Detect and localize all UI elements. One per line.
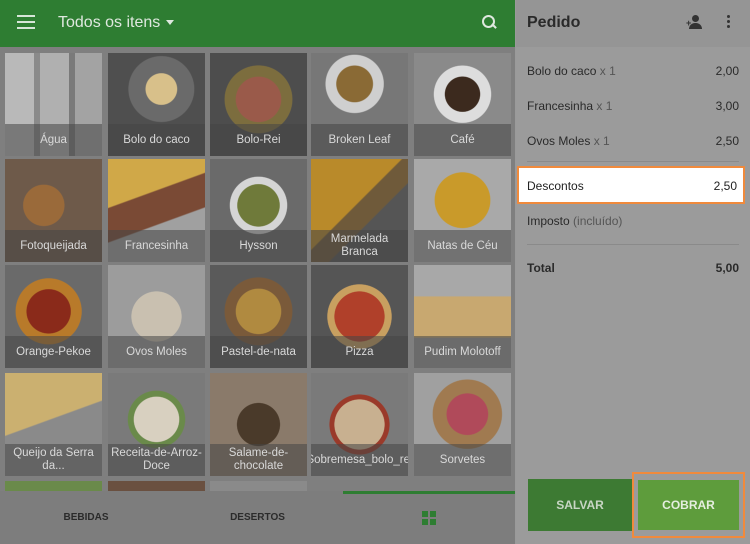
- item-tile[interactable]: Receita-de-Arroz-Doce: [108, 373, 205, 476]
- item-name: Pudim Molotoff: [414, 336, 511, 368]
- save-button[interactable]: SALVAR: [528, 479, 632, 531]
- total-amount: 5,00: [715, 261, 739, 275]
- total-label: Total: [527, 261, 555, 275]
- more-vert-icon[interactable]: [727, 15, 731, 31]
- item-tile[interactable]: Broken Leaf: [311, 53, 408, 156]
- charge-button-highlight: COBRAR: [632, 472, 745, 538]
- item-name: Ovos Moles: [108, 336, 205, 368]
- item-name: Marmelada Branca: [311, 230, 408, 262]
- bottom-nav: BEBIDAS DESERTOS: [0, 491, 515, 544]
- item-name: Hysson: [210, 230, 307, 262]
- order-line-qty: x 1: [599, 64, 616, 78]
- item-tile[interactable]: Sobremesa_bolo_rei: [311, 373, 408, 476]
- category-selector[interactable]: Todos os itens: [58, 14, 160, 32]
- item-name: Queijo da Serra da...: [5, 444, 102, 476]
- item-name: Francesinha: [108, 230, 205, 262]
- item-tile[interactable]: Orange-Pekoe: [5, 265, 102, 368]
- pos-app: Todos os itens Água Bolo do caco Bolo-Rei B…: [0, 0, 750, 544]
- item-tile[interactable]: Natas de Céu: [414, 159, 511, 262]
- item-name: Pastel-de-nata: [210, 336, 307, 368]
- catalog-toolbar: Todos os itens: [0, 0, 515, 47]
- item-tile[interactable]: Bolo do caco: [108, 53, 205, 156]
- order-line-qty: x 1: [596, 99, 613, 113]
- item-grid: Água Bolo do caco Bolo-Rei Broken Leaf Café F…: [0, 47, 515, 492]
- item-tile-partial: [210, 481, 307, 491]
- search-icon[interactable]: [482, 15, 496, 29]
- item-tile-partial: [108, 481, 205, 491]
- order-header: Pedido +: [516, 0, 750, 47]
- item-tile[interactable]: Queijo da Serra da...: [5, 373, 102, 476]
- order-line-name: Ovos Moles: [527, 134, 591, 148]
- item-name: Orange-Pekoe: [5, 336, 102, 368]
- divider: [527, 244, 739, 245]
- order-pane: Pedido + Bolo do caco x 1 2,00 Francesin…: [516, 0, 750, 544]
- item-tile[interactable]: Bolo-Rei: [210, 53, 307, 156]
- item-tile[interactable]: Café: [414, 53, 511, 156]
- menu-icon[interactable]: [17, 15, 35, 31]
- order-title: Pedido: [527, 14, 581, 31]
- item-name: Salame-de-chocolate: [210, 444, 307, 476]
- item-tile[interactable]: Sorvetes: [414, 373, 511, 476]
- item-tile[interactable]: Pudim Molotoff: [414, 265, 511, 368]
- tab-all-items[interactable]: [343, 491, 515, 544]
- item-tile[interactable]: Água: [5, 53, 102, 156]
- item-name: Sorvetes: [414, 444, 511, 476]
- tax-note: (incluído): [573, 214, 623, 228]
- caret-down-icon[interactable]: [166, 20, 174, 25]
- item-name: Bolo do caco: [108, 124, 205, 156]
- item-name: Fotoqueijada: [5, 230, 102, 262]
- order-line[interactable]: Bolo do caco x 1 2,00: [527, 64, 739, 84]
- item-name: Broken Leaf: [311, 124, 408, 156]
- order-line-name: Bolo do caco: [527, 64, 597, 78]
- tab-desertos[interactable]: DESERTOS: [172, 491, 343, 544]
- tab-bebidas[interactable]: BEBIDAS: [0, 491, 172, 544]
- item-tile[interactable]: Ovos Moles: [108, 265, 205, 368]
- tax-label: Imposto: [527, 214, 570, 228]
- item-tile[interactable]: Pastel-de-nata: [210, 265, 307, 368]
- item-tile[interactable]: Fotoqueijada: [5, 159, 102, 262]
- item-tile[interactable]: Marmelada Branca: [311, 159, 408, 262]
- item-name: Bolo-Rei: [210, 124, 307, 156]
- item-tile[interactable]: Francesinha: [108, 159, 205, 262]
- item-tile-partial: [5, 481, 102, 491]
- person-add-icon[interactable]: +: [686, 14, 704, 30]
- tax-line: Imposto (incluído): [527, 214, 739, 234]
- order-line-amount: 2,50: [715, 134, 739, 148]
- divider: [527, 161, 739, 162]
- item-name: Sobremesa_bolo_rei: [311, 444, 408, 476]
- active-tab-indicator: [343, 491, 515, 494]
- charge-button[interactable]: COBRAR: [638, 480, 739, 530]
- order-line-qty: x 1: [593, 134, 610, 148]
- order-line[interactable]: Ovos Moles x 1 2,50: [527, 134, 739, 154]
- discount-label: Descontos: [527, 179, 584, 193]
- item-name: Pizza: [311, 336, 408, 368]
- order-line[interactable]: Francesinha x 1 3,00: [527, 99, 739, 119]
- order-line-amount: 2,00: [715, 64, 739, 78]
- total-line: Total 5,00: [527, 261, 739, 281]
- item-name: Receita-de-Arroz-Doce: [108, 444, 205, 476]
- order-line-name: Francesinha: [527, 99, 594, 113]
- item-tile[interactable]: Salame-de-chocolate: [210, 373, 307, 476]
- catalog-pane: Todos os itens Água Bolo do caco Bolo-Rei B…: [0, 0, 515, 544]
- discount-row[interactable]: Descontos 2,50: [517, 166, 745, 204]
- item-name: Natas de Céu: [414, 230, 511, 262]
- order-line-amount: 3,00: [715, 99, 739, 113]
- grid-icon: [422, 510, 436, 525]
- item-name: Café: [414, 124, 511, 156]
- item-tile[interactable]: Hysson: [210, 159, 307, 262]
- item-tile[interactable]: Pizza: [311, 265, 408, 368]
- item-name: Água: [5, 124, 102, 156]
- discount-amount: 2,50: [713, 179, 737, 193]
